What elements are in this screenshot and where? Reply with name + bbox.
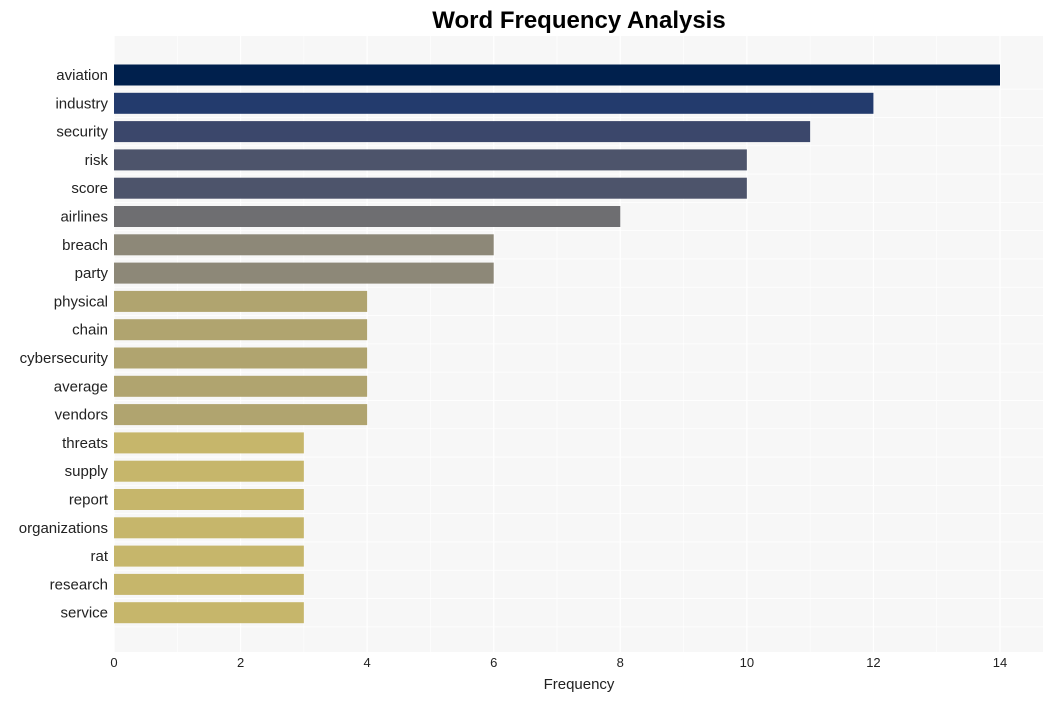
bar-score [114,177,747,199]
y-label-organizations: organizations [19,520,108,537]
bar-industry [114,92,874,114]
bar-research [114,573,304,595]
y-label-supply: supply [65,463,109,480]
word-frequency-chart: aviation industry security risk score airline… [19,7,1043,693]
y-label-security: security [56,124,108,141]
y-label-research: research [50,576,108,593]
y-label-party: party [75,265,109,282]
x-axis-label: Frequency [544,676,615,693]
bar-report [114,489,304,510]
bar-party [114,262,494,284]
y-axis-labels: aviation industry security risk score airline… [19,67,109,622]
y-label-threats: threats [62,435,108,452]
bar-cybersecurity [114,347,368,369]
bar-supply [114,460,304,482]
bar-airlines [114,206,621,227]
bar-aviation [114,64,1000,86]
chart-title: Word Frequency Analysis [432,7,725,34]
bar-organizations [114,517,304,539]
y-label-chain: chain [72,322,108,339]
bar-security [114,121,811,143]
x-tick-label: 0 [110,655,117,670]
y-label-physical: physical [54,293,108,310]
bar-threats [114,432,304,454]
bar-service [114,602,304,624]
bar-risk [114,149,747,171]
y-label-rat: rat [90,548,108,565]
x-tick-label: 4 [364,655,371,670]
y-label-breach: breach [62,237,108,254]
bar-chain [114,319,368,341]
y-label-score: score [71,180,108,197]
x-tick-label: 14 [993,655,1007,670]
x-tick-label: 8 [617,655,624,670]
bar-breach [114,234,494,256]
x-axis-ticks: 0 2 4 6 8 10 12 14 [110,655,1007,670]
y-label-airlines: airlines [60,209,108,226]
y-label-industry: industry [55,95,108,112]
bar-vendors [114,404,368,426]
y-label-risk: risk [85,152,109,169]
x-tick-label: 12 [866,655,880,670]
y-label-aviation: aviation [56,67,108,84]
x-tick-label: 6 [490,655,497,670]
x-tick-label: 2 [237,655,244,670]
y-label-service: service [60,605,108,622]
x-tick-label: 10 [740,655,754,670]
bar-physical [114,290,368,312]
y-label-cybersecurity: cybersecurity [20,350,109,367]
bar-rat [114,545,304,567]
bar-average [114,375,368,397]
y-label-average: average [54,378,108,395]
y-label-vendors: vendors [55,407,108,424]
y-label-report: report [69,492,109,509]
